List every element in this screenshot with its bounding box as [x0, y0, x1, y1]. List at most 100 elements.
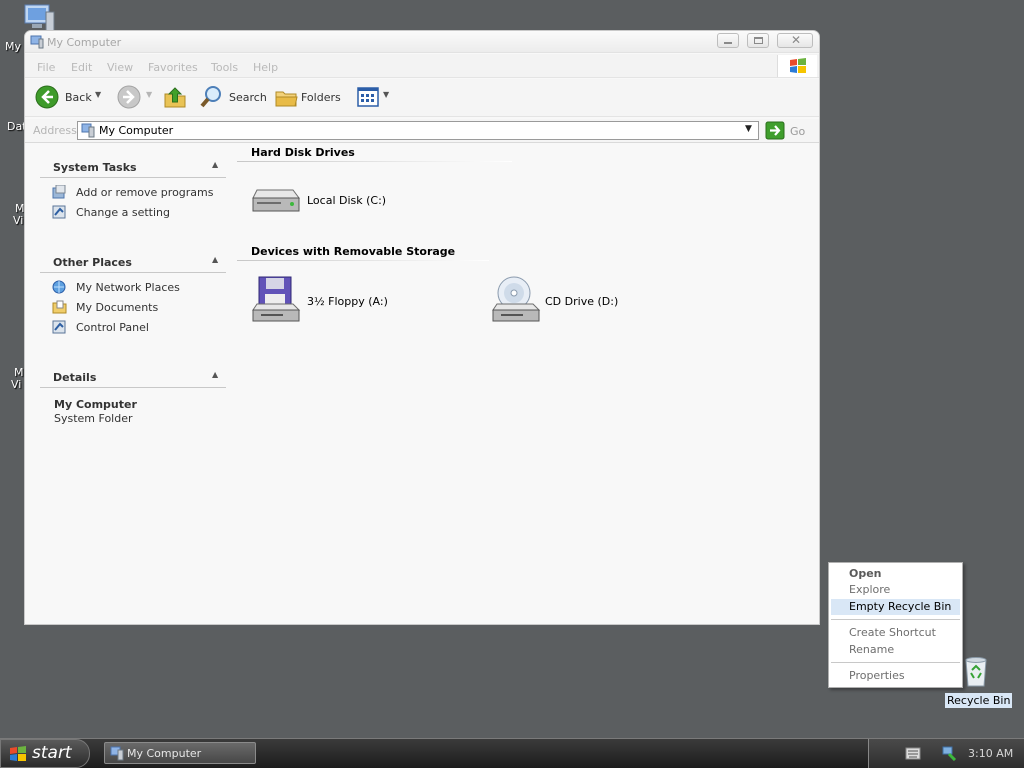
back-dropdown-icon[interactable]: ▼: [95, 90, 101, 99]
ctx-open[interactable]: Open: [831, 566, 960, 582]
recycle-bin-label: Recycle Bin: [945, 693, 1013, 708]
views-button[interactable]: ▼: [355, 85, 391, 109]
ctx-create-shortcut[interactable]: Create Shortcut: [831, 625, 960, 641]
task-label: Change a setting: [76, 206, 170, 219]
ctx-explore[interactable]: Explore: [831, 582, 960, 598]
menu-bar: File Edit View Favorites Tools Help: [25, 54, 819, 78]
ctx-properties[interactable]: Properties: [831, 668, 960, 684]
toolbar: Back ▼ ▼ Search Folders ▼: [25, 79, 819, 117]
place-my-documents[interactable]: My Documents: [52, 300, 222, 316]
drive-label: Local Disk (C:): [307, 194, 387, 207]
go-label: Go: [790, 125, 806, 138]
ctx-empty-recycle-bin[interactable]: Empty Recycle Bin: [831, 599, 960, 615]
desktop-icon-label-line2: Vi: [13, 214, 24, 227]
menu-view[interactable]: View: [107, 61, 133, 74]
group-removable-storage: Devices with Removable Storage: [251, 245, 456, 258]
other-places-section: Other Places ▲ My Network Places My Docu…: [40, 254, 226, 344]
task-change-setting[interactable]: Change a setting: [52, 205, 222, 221]
network-places-icon: [52, 280, 66, 294]
details-section: Details ▲ My Computer System Folder: [40, 369, 226, 429]
address-dropdown-icon[interactable]: ▼: [745, 124, 752, 134]
folders-icon: [275, 91, 298, 107]
desktop-icon-shortcut-2[interactable]: M Vi: [0, 366, 24, 394]
details-name: My Computer: [54, 398, 137, 411]
menu-help[interactable]: Help: [253, 61, 278, 74]
address-field[interactable]: My Computer ▼: [77, 121, 759, 140]
desktop-icon-label-line2: Vi: [11, 378, 22, 391]
drive-label: 3½ Floppy (A:): [307, 295, 388, 308]
my-computer-window: My Computer ✕ File Edit View Favorites T…: [24, 30, 820, 625]
go-button[interactable]: Go: [765, 121, 809, 141]
my-documents-icon: [52, 300, 67, 314]
group-hard-disk-drives: Hard Disk Drives: [251, 146, 355, 159]
forward-arrow-icon: [117, 85, 141, 109]
section-divider: [40, 177, 226, 178]
hard-disk-icon: [252, 189, 300, 212]
network-tray-icon[interactable]: [941, 745, 957, 761]
collapse-chevron-icon[interactable]: ▲: [212, 255, 218, 264]
title-bar[interactable]: My Computer ✕: [25, 31, 819, 53]
folders-label: Folders: [301, 91, 341, 104]
search-button[interactable]: Search: [199, 83, 267, 111]
taskbar-item-my-computer[interactable]: My Computer: [104, 742, 256, 764]
go-arrow-icon: [765, 121, 785, 140]
menu-separator: [831, 619, 960, 620]
keyboard-icon[interactable]: [905, 747, 921, 760]
task-label: Add or remove programs: [76, 186, 214, 199]
window-title: My Computer: [47, 36, 122, 49]
drive-floppy-a[interactable]: 3½ Floppy (A:): [251, 276, 391, 324]
drive-cd-d[interactable]: CD Drive (D:): [491, 276, 631, 324]
cd-drive-icon: [492, 276, 541, 322]
ctx-rename[interactable]: Rename: [831, 642, 960, 658]
my-computer-icon: [30, 35, 44, 49]
task-pane: System Tasks ▲ Add or remove programs Ch…: [25, 144, 237, 624]
menu-file[interactable]: File: [37, 61, 55, 74]
collapse-chevron-icon[interactable]: ▲: [212, 370, 218, 379]
maximize-button[interactable]: [747, 33, 769, 48]
section-divider: [40, 272, 226, 273]
clock: 3:10 AM: [968, 747, 1014, 760]
minimize-icon: [724, 42, 732, 44]
drive-local-disk-c[interactable]: Local Disk (C:): [251, 182, 391, 218]
details-title: Details: [53, 371, 97, 384]
forward-button[interactable]: ▼: [117, 85, 153, 111]
floppy-drive-icon: [252, 276, 301, 322]
menu-separator: [831, 662, 960, 663]
start-button[interactable]: start: [0, 739, 90, 768]
back-label: Back: [65, 91, 92, 104]
desktop-icon-label: My: [5, 40, 22, 53]
close-button[interactable]: ✕: [777, 33, 813, 48]
windows-logo: [777, 55, 817, 77]
menu-favorites[interactable]: Favorites: [148, 61, 198, 74]
back-button[interactable]: Back ▼: [35, 85, 107, 111]
context-menu: Open Explore Empty Recycle Bin Create Sh…: [828, 562, 963, 688]
control-panel-icon: [52, 205, 66, 219]
windows-flag-icon: [10, 746, 26, 761]
place-label: My Documents: [76, 301, 159, 314]
desktop-icon-shortcut-1[interactable]: M Vi: [0, 202, 25, 230]
close-icon: ✕: [791, 33, 802, 47]
desktop-icon-data[interactable]: Dat: [0, 118, 27, 134]
system-tray: 3:10 AM: [868, 739, 1024, 768]
task-add-remove-programs[interactable]: Add or remove programs: [52, 185, 222, 201]
my-computer-icon: [81, 123, 95, 138]
group-divider: [237, 161, 512, 162]
start-label: start: [32, 743, 72, 763]
windows-flag-icon: [790, 58, 806, 73]
my-computer-icon: [110, 746, 124, 761]
collapse-chevron-icon[interactable]: ▲: [212, 160, 218, 169]
menu-tools[interactable]: Tools: [211, 61, 238, 74]
up-folder-button[interactable]: [163, 83, 189, 111]
desktop-icon-recycle-bin[interactable]: Recycle Bin: [944, 656, 1013, 712]
minimize-button[interactable]: [717, 33, 739, 48]
menu-edit[interactable]: Edit: [71, 61, 92, 74]
place-my-network-places[interactable]: My Network Places: [52, 280, 222, 296]
place-control-panel[interactable]: Control Panel: [52, 320, 222, 336]
address-value: My Computer: [99, 124, 174, 137]
control-panel-icon: [52, 320, 66, 334]
folders-button[interactable]: Folders: [275, 83, 345, 111]
forward-dropdown-icon[interactable]: ▼: [146, 90, 152, 99]
views-dropdown-icon: ▼: [383, 90, 390, 99]
other-places-title: Other Places: [53, 256, 132, 269]
address-bar: Address My Computer ▼ Go: [25, 119, 819, 143]
